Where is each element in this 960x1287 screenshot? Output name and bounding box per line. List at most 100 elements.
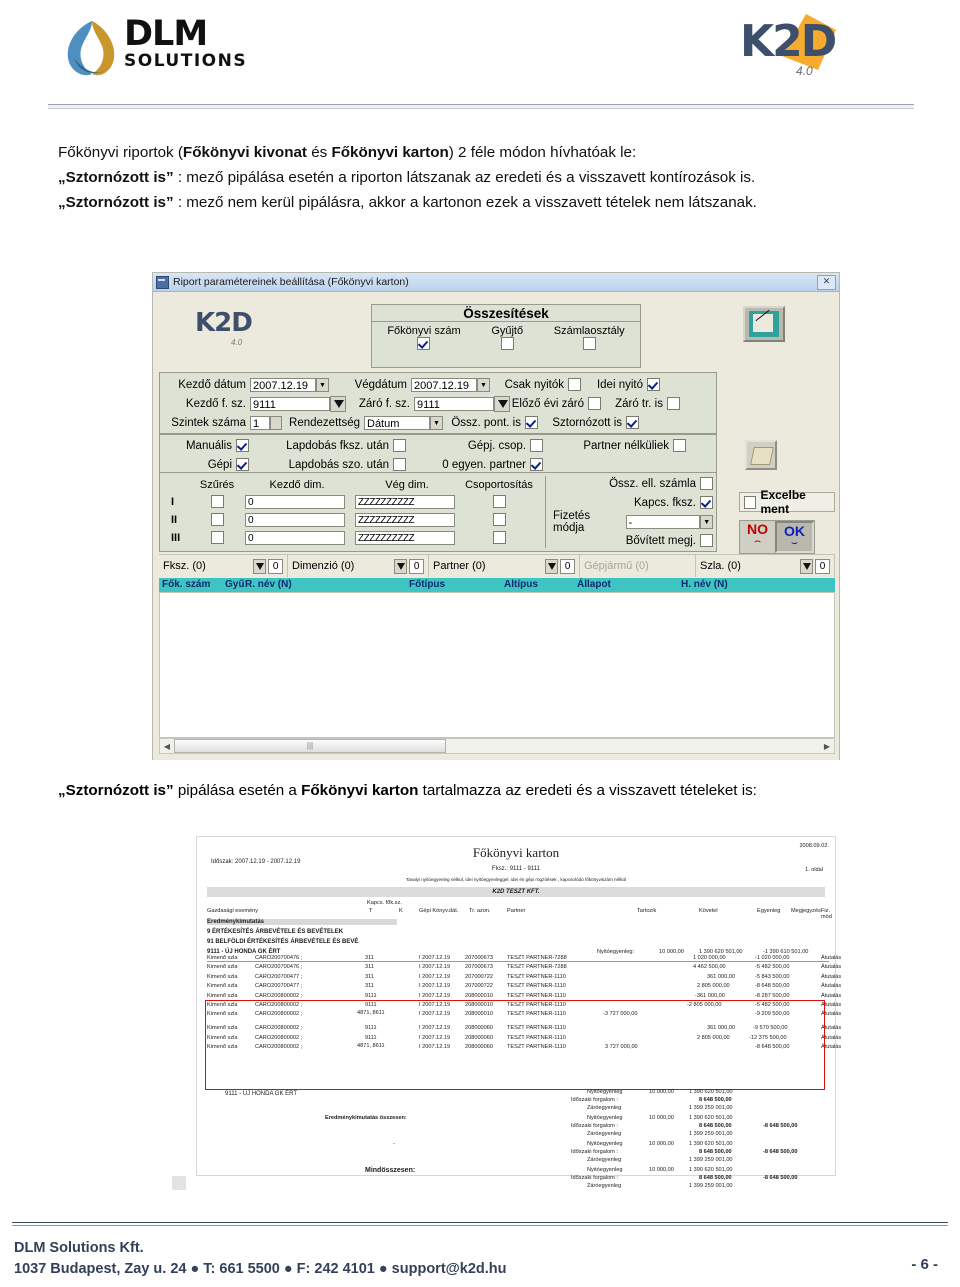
print-icon[interactable] <box>745 440 777 470</box>
scrollbar-thumb[interactable]: ||| <box>174 739 446 753</box>
checkbox-manualis[interactable] <box>236 439 249 452</box>
checkbox-csoportositas-2[interactable] <box>492 513 506 526</box>
chevron-down-icon-rendezettseg[interactable]: ▼ <box>430 415 443 430</box>
report-parameters-dialog[interactable]: Riport paramétereinek beállítása (Főköny… <box>152 272 840 760</box>
excel-export-button[interactable]: Excelbe ment <box>739 488 835 516</box>
checkbox-excelbe-ment[interactable] <box>744 495 757 509</box>
scroll-left-arrow-icon[interactable]: ◀ <box>160 742 174 751</box>
checkbox-ossz-ell-szamla[interactable] <box>700 477 713 490</box>
chevron-down-icon-fizetes-modja[interactable]: ▼ <box>700 514 713 529</box>
grid-col-r-nev[interactable]: R. név (N) <box>245 579 292 590</box>
summary-item-fokonyvi-szam[interactable]: Főkönyvi szám <box>387 325 461 351</box>
input-veg-dim-1[interactable]: ZZZZZZZZZZ <box>355 495 455 509</box>
row2-biz: CARO200700477 ; <box>255 973 303 980</box>
down-arrow-icon-dimenzio[interactable] <box>394 558 408 574</box>
down-arrow-icon-partner[interactable] <box>545 558 559 574</box>
checkbox-csak-nyitok[interactable] <box>568 378 581 391</box>
chevron-down-icon-kezdo-datum[interactable]: ▼ <box>316 377 329 392</box>
checkbox-ossz-pont[interactable] <box>525 416 538 429</box>
t3-nyito-label: Nyitóegyenleg <box>587 1167 623 1173</box>
input-veg-dim-3[interactable]: ZZZZZZZZZZ <box>355 531 455 545</box>
summary-item-gyujto[interactable]: Gyűjtő <box>491 325 523 351</box>
ok-cancel-buttons[interactable]: NO ⌢ OK ⌣ <box>739 520 815 554</box>
rcol-gepi: Gépi Könyv.dát. <box>419 908 459 914</box>
checkbox-gyujto[interactable] <box>500 337 514 350</box>
checkbox-fokonyvi-szam[interactable] <box>417 337 431 350</box>
down-arrow-icon-kezdo-fsz[interactable] <box>330 395 346 412</box>
footer-page-number: - 6 - <box>911 1256 938 1273</box>
no-button[interactable]: NO ⌢ <box>740 521 775 553</box>
input-veg-dim-2[interactable]: ZZZZZZZZZZ <box>355 513 455 527</box>
t3-label: Mindösszesen: <box>365 1167 416 1174</box>
t2-nyito-k: 1 390 620 501,00 <box>689 1141 733 1147</box>
label-csak-nyitok: Csak nyitók <box>504 378 564 391</box>
checkbox-csoportositas-1[interactable] <box>492 495 506 508</box>
option-ossz-ell-szamla[interactable]: Össz. ell. számla <box>553 474 713 493</box>
summary-item-szamlaosztaly[interactable]: Számlaosztály <box>554 325 625 351</box>
counter-fksz[interactable]: Fksz. (0) 0 <box>159 555 288 577</box>
checkbox-szures-3[interactable] <box>210 531 224 544</box>
down-arrow-icon-fksz[interactable] <box>253 558 267 574</box>
checkbox-szamlaosztaly[interactable] <box>582 337 596 350</box>
chevron-down-icon-vegdatum[interactable]: ▼ <box>477 377 490 392</box>
checkbox-csoportositas-3[interactable] <box>492 531 506 544</box>
caption-bold-2: Főkönyvi karton <box>301 782 419 799</box>
input-kezdo-dim-3[interactable]: 0 <box>245 531 345 545</box>
input-szintek-szama[interactable]: 1 <box>250 415 270 430</box>
scroll-right-arrow-icon[interactable]: ▶ <box>820 742 834 751</box>
input-kezdo-dim-1[interactable]: 0 <box>245 495 345 509</box>
checkbox-gepj-csop[interactable] <box>530 439 543 452</box>
select-rendezettseg[interactable]: Dátum <box>364 415 430 430</box>
row2-kapcs: 311 <box>365 973 374 980</box>
counter-dimenzio-label: Dimenzió (0) <box>292 560 355 572</box>
checkbox-idei-nyito[interactable] <box>647 378 660 391</box>
checkbox-zaro-tr[interactable] <box>667 397 680 410</box>
grid-col-fok-szam[interactable]: Fők. szám <box>162 579 210 590</box>
dialog-titlebar[interactable]: Riport paramétereinek beállítása (Főköny… <box>153 273 839 292</box>
checkbox-partner-nelkuliek[interactable] <box>673 439 686 452</box>
grid-col-gyujto[interactable]: Gyű <box>225 579 244 590</box>
checkbox-lapdobas-fksz[interactable] <box>393 439 406 452</box>
report-period: Időszak: 2007.12.19 - 2007.12.19 <box>211 859 301 865</box>
input-kezdo-dim-2[interactable]: 0 <box>245 513 345 527</box>
down-arrow-icon-zaro-fsz[interactable] <box>494 395 510 412</box>
input-kezdo-fsz[interactable]: 9111 <box>250 396 330 411</box>
checkbox-szures-2[interactable] <box>210 513 224 526</box>
grid-col-h-nev[interactable]: H. név (N) <box>681 579 728 590</box>
down-arrow-icon-szla[interactable] <box>800 558 813 574</box>
k2d-word: K2D <box>740 16 837 67</box>
ok-button[interactable]: OK ⌣ <box>775 521 814 553</box>
counter-dimenzio[interactable]: Dimenzió (0) 0 <box>288 555 429 577</box>
option-bovitett-megj[interactable]: Bővített megj. <box>553 531 713 550</box>
checkbox-gepi[interactable] <box>236 458 249 471</box>
checkbox-szures-1[interactable] <box>210 495 224 508</box>
t2-right: -8 648 500,00 <box>763 1149 798 1155</box>
label-partner-nelkuliek: Partner nélküliek <box>583 439 669 452</box>
row4-kapcs: 9111 <box>365 992 377 999</box>
checkbox-bovitett-megj[interactable] <box>700 534 713 547</box>
option-fizetes-modja[interactable]: Fizetés módja - ▼ <box>553 510 713 534</box>
checkbox-lapdobas-szo[interactable] <box>393 458 406 471</box>
horizontal-scrollbar[interactable]: ◀ ||| ▶ <box>159 738 835 754</box>
t2-forg-label: Időszaki forgalom : <box>571 1149 618 1155</box>
input-kezdo-datum[interactable]: 2007.12.19 <box>250 377 316 392</box>
report-preview-icon[interactable] <box>743 306 785 342</box>
checkbox-nulla-egyen-partner[interactable] <box>530 458 543 471</box>
counter-partner[interactable]: Partner (0) 0 <box>429 555 580 577</box>
checkbox-kapcs-fksz[interactable] <box>700 496 713 509</box>
counter-szla[interactable]: Szla. (0) 0 <box>696 555 835 577</box>
input-zaro-fsz[interactable]: 9111 <box>414 396 494 411</box>
checkbox-sztornozott-is[interactable] <box>626 416 639 429</box>
grid-col-altipus[interactable]: Altípus <box>504 579 538 590</box>
input-vegdatum[interactable]: 2007.12.19 <box>411 377 477 392</box>
select-fizetes-modja[interactable]: - <box>625 514 701 529</box>
row0-fiz: Átutalás <box>821 955 842 961</box>
dialog-body: K2D 4.0 Összesítések Főkönyvi szám Gyűjt… <box>153 292 839 760</box>
table-row: Kimenő szla CARO200700476 ; 311 I 2007.1… <box>207 964 841 973</box>
grid-col-fotipus[interactable]: Főtípus <box>409 579 445 590</box>
grid-col-allapot[interactable]: Állapot <box>577 579 611 590</box>
checkbox-elozo-evi-zaro[interactable] <box>588 397 601 410</box>
result-grid-body[interactable] <box>159 592 835 738</box>
close-icon[interactable]: ✕ <box>817 274 836 290</box>
stepper-szintek-szama[interactable] <box>270 415 282 430</box>
